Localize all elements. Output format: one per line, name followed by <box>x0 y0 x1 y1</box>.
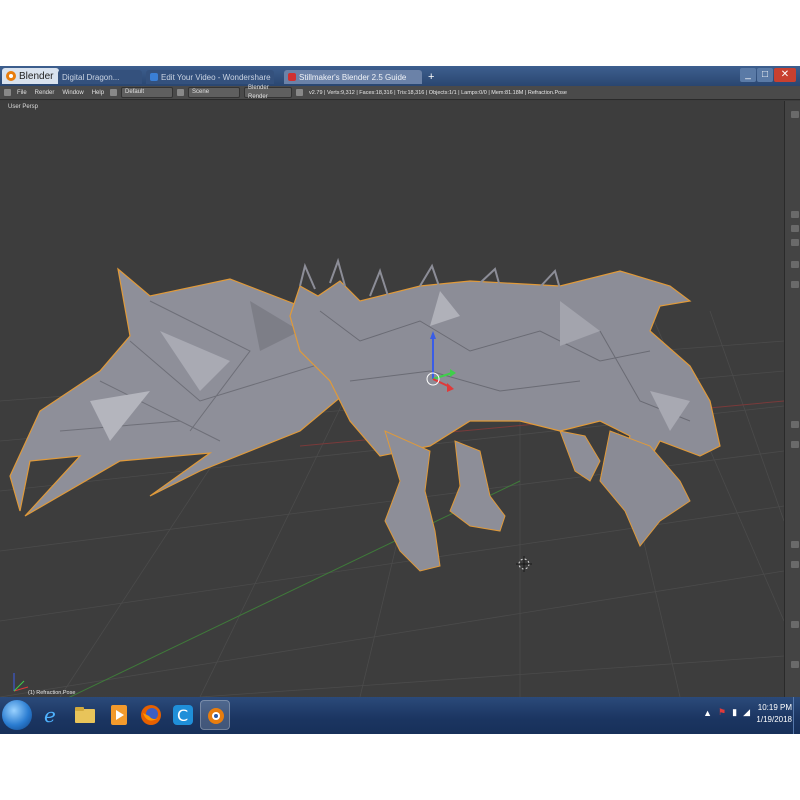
system-tray: ▲ ⚑ ▮ ◢ <box>703 707 750 718</box>
page-icon <box>150 73 158 81</box>
network-icon[interactable]: ▮ <box>732 707 737 718</box>
svg-text:C: C <box>177 706 188 725</box>
strip-button[interactable] <box>791 541 799 548</box>
strip-button[interactable] <box>791 261 799 268</box>
strip-button[interactable] <box>791 111 799 118</box>
blender-icon <box>296 89 304 96</box>
firefox-icon[interactable] <box>136 700 166 730</box>
strip-button[interactable] <box>791 225 799 232</box>
page-icon <box>288 73 296 81</box>
view-label: User Persp <box>8 104 39 110</box>
scene-field[interactable]: Scene <box>188 87 241 98</box>
strip-button[interactable] <box>791 281 799 288</box>
show-desktop-button[interactable] <box>793 697 800 734</box>
menu-help[interactable]: Help <box>90 90 106 96</box>
show-hidden-icon[interactable]: ▲ <box>703 708 712 718</box>
clock-time: 10:19 PM <box>757 703 792 712</box>
menu-render[interactable]: Render <box>33 90 57 96</box>
screen: Blender Digital Dragon... Edit Your Vide… <box>0 66 800 734</box>
blender-taskbar-icon[interactable] <box>200 700 230 730</box>
layout-field[interactable]: Default <box>121 87 174 98</box>
tab-3-label: Stillmaker's Blender 2.5 Guide <box>299 72 407 82</box>
minimize-button[interactable]: _ <box>740 68 756 82</box>
strip-button[interactable] <box>791 211 799 218</box>
title-bar: Blender Digital Dragon... Edit Your Vide… <box>0 66 800 86</box>
object-label: (1) Refraction.Pose <box>28 690 76 696</box>
new-tab-button[interactable]: + <box>426 70 440 84</box>
3d-viewport[interactable]: User Persp (1) Refraction.Pose <box>0 101 785 722</box>
start-button[interactable] <box>2 700 32 730</box>
tab-1[interactable]: Digital Dragon... <box>58 70 142 84</box>
strip-button[interactable] <box>791 621 799 628</box>
strip-button[interactable] <box>791 239 799 246</box>
dragon-model[interactable] <box>9 257 721 572</box>
maximize-button[interactable]: □ <box>757 68 773 82</box>
menu-window[interactable]: Window <box>60 90 85 96</box>
scene-stats: v2.79 | Verts:9,312 | Faces:18,316 | Tri… <box>309 89 567 96</box>
menu-file[interactable]: File <box>15 90 29 96</box>
tab-3[interactable]: Stillmaker's Blender 2.5 Guide <box>284 70 422 84</box>
layout-icon <box>110 89 118 96</box>
render-engine-field[interactable]: Blender Render <box>244 85 293 100</box>
speaker-icon[interactable]: ◢ <box>743 707 750 718</box>
tab-2[interactable]: Edit Your Video - Wondershare <box>146 70 274 84</box>
clock[interactable]: 10:19 PM 1/19/2018 <box>756 702 792 726</box>
properties-strip[interactable] <box>784 101 800 697</box>
app-title: Blender <box>19 70 54 82</box>
flag-icon[interactable]: ⚑ <box>718 707 726 718</box>
strip-button[interactable] <box>791 661 799 668</box>
media-player-icon[interactable] <box>104 700 134 730</box>
svg-text:e: e <box>44 704 56 726</box>
tab-2-label: Edit Your Video - Wondershare <box>161 72 271 82</box>
file-explorer-icon[interactable] <box>70 700 100 730</box>
app-title-tab[interactable]: Blender <box>2 68 60 84</box>
strip-button[interactable] <box>791 421 799 428</box>
viewport-canvas <box>0 257 785 722</box>
editor-type-icon[interactable] <box>4 89 11 96</box>
y-axis-line <box>19 480 521 722</box>
internet-explorer-icon[interactable]: e <box>36 700 66 730</box>
strip-button[interactable] <box>791 561 799 568</box>
tab-1-label: Digital Dragon... <box>62 72 120 82</box>
taskbar: e C ▲ ⚑ ▮ ◢ 10:19 PM 1/19/2018 <box>0 697 800 734</box>
scene-icon <box>177 89 185 96</box>
axis-orientation-widget <box>13 673 29 692</box>
blender-header: File Render Window Help Default Scene Bl… <box>0 85 800 100</box>
3d-cursor[interactable] <box>516 556 532 572</box>
close-button[interactable]: ✕ <box>774 68 796 82</box>
blender-logo-icon <box>6 71 16 81</box>
ccleaner-icon[interactable]: C <box>168 700 198 730</box>
window-controls: _ □ ✕ <box>740 68 796 82</box>
strip-button[interactable] <box>791 441 799 448</box>
clock-date: 1/19/2018 <box>756 715 792 724</box>
